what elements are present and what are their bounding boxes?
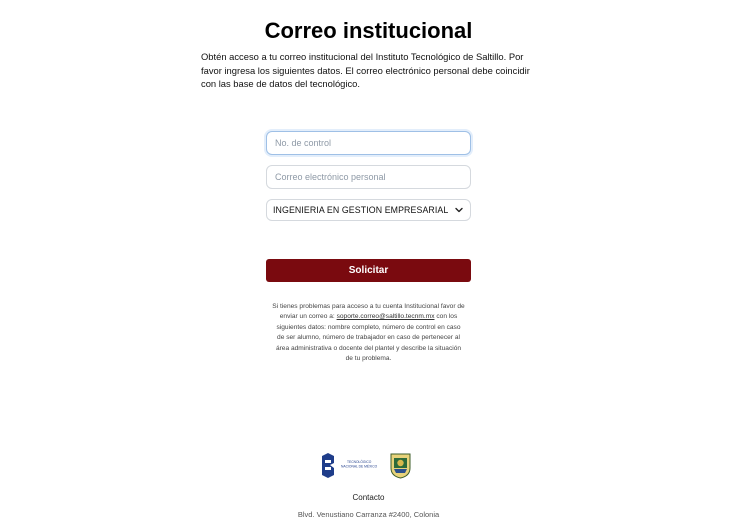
help-text: Si tienes problemas para acceso a tu cue… bbox=[272, 302, 465, 364]
help-text-after: con los siguientes datos: nombre complet… bbox=[275, 313, 462, 363]
tecnm-logo-line2: NACIONAL DE MÉXICO bbox=[341, 464, 378, 469]
contact-label[interactable]: Contacto bbox=[0, 493, 737, 502]
support-email-link[interactable]: soporte.correo@saltillo.tecnm.mx bbox=[337, 313, 435, 320]
career-select[interactable]: INGENIERIA EN GESTION EMPRESARIAL bbox=[266, 199, 471, 221]
control-number-input[interactable] bbox=[266, 131, 471, 155]
page-title: Correo institucional bbox=[264, 18, 473, 43]
intro-text: Obtén acceso a tu correo institucional d… bbox=[201, 51, 530, 89]
tecnm-logo-line1: TECNOLÓGICO bbox=[347, 459, 372, 464]
chevron-down-icon bbox=[455, 207, 463, 213]
footer-logos: TECNOLÓGICO NACIONAL DE MÉXICO bbox=[322, 453, 411, 479]
personal-email-input[interactable] bbox=[266, 165, 471, 189]
tecnm-logo-icon: TECNOLÓGICO NACIONAL DE MÉXICO bbox=[322, 453, 378, 478]
submit-button[interactable]: Solicitar bbox=[266, 259, 471, 282]
its-shield-icon bbox=[390, 453, 411, 479]
career-select-value: INGENIERIA EN GESTION EMPRESARIAL bbox=[273, 205, 449, 215]
